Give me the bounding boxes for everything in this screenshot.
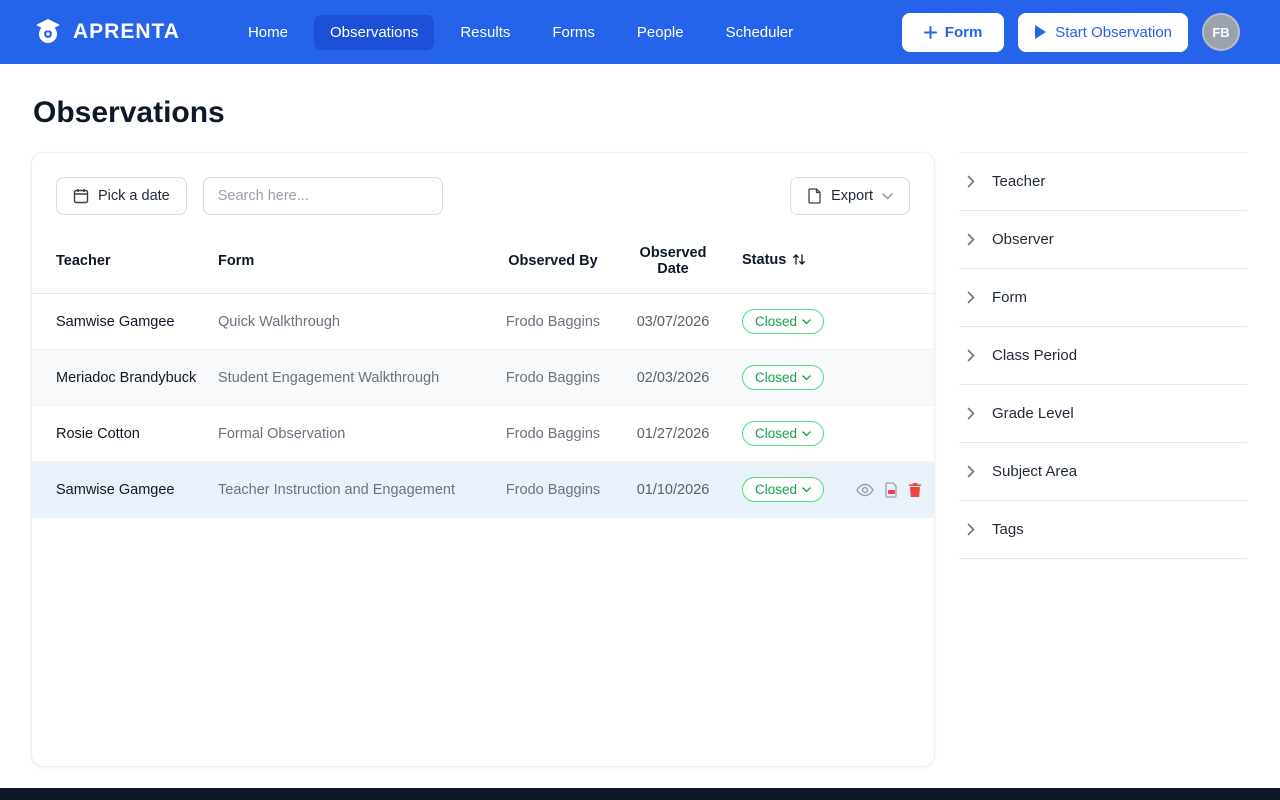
chevron-right-icon <box>967 523 975 536</box>
pick-date-button[interactable]: Pick a date <box>56 177 187 215</box>
filter-label: Teacher <box>992 173 1046 190</box>
chevron-right-icon <box>967 175 975 188</box>
table-row[interactable]: Meriadoc Brandybuck Student Engagement W… <box>32 349 934 406</box>
observations-card: Pick a date Export <box>31 152 935 767</box>
cell-observed-date: 01/10/2026 <box>614 461 732 518</box>
table-header-row: Teacher Form Observed By Observed Date S… <box>32 231 934 294</box>
status-dropdown[interactable]: Closed <box>742 477 825 502</box>
cell-teacher: Meriadoc Brandybuck <box>32 349 208 406</box>
status-dropdown[interactable]: Closed <box>742 365 825 390</box>
plus-icon <box>923 25 937 39</box>
status-dropdown[interactable]: Closed <box>742 421 825 446</box>
pdf-file-icon[interactable] <box>884 481 898 498</box>
cell-form: Teacher Instruction and Engagement <box>208 461 492 518</box>
footer-bar <box>0 788 1280 800</box>
status-badge: Closed <box>755 482 798 497</box>
cell-teacher: Samwise Gamgee <box>32 461 208 518</box>
status-badge: Closed <box>755 370 798 385</box>
export-button[interactable]: Export <box>790 177 910 215</box>
nav-item-observations[interactable]: Observations <box>313 14 435 50</box>
table-row[interactable]: Samwise Gamgee Quick Walkthrough Frodo B… <box>32 293 934 350</box>
cell-observed-date: 03/07/2026 <box>614 293 732 350</box>
status-badge: Closed <box>755 314 798 329</box>
nav-item-people[interactable]: People <box>621 15 700 50</box>
brand-name: APRENTA <box>73 20 180 43</box>
brand-logo[interactable]: APRENTA <box>33 17 180 47</box>
top-navbar: APRENTA Home Observations Results Forms … <box>0 0 1280 64</box>
primary-nav: Home Observations Results Forms People S… <box>232 14 810 50</box>
header-observed-date[interactable]: Observed Date <box>614 231 732 294</box>
filter-subject-area[interactable]: Subject Area <box>959 443 1247 501</box>
filter-label: Grade Level <box>992 405 1074 422</box>
add-form-label: Form <box>944 23 983 41</box>
cell-form: Formal Observation <box>208 405 492 462</box>
filter-observer[interactable]: Observer <box>959 211 1247 269</box>
chevron-right-icon <box>967 233 975 246</box>
nav-item-scheduler[interactable]: Scheduler <box>710 15 810 50</box>
cell-observed-by: Frodo Baggins <box>492 405 614 462</box>
chevron-right-icon <box>967 291 975 304</box>
header-teacher[interactable]: Teacher <box>32 231 208 294</box>
navbar-actions: Form Start Observation FB <box>901 12 1240 52</box>
cell-observed-by: Frodo Baggins <box>492 293 614 350</box>
filter-tags[interactable]: Tags <box>959 501 1247 559</box>
start-observation-button[interactable]: Start Observation <box>1018 12 1188 52</box>
cell-observed-date: 01/27/2026 <box>614 405 732 462</box>
nav-item-home[interactable]: Home <box>232 15 304 50</box>
cell-observed-by: Frodo Baggins <box>492 349 614 406</box>
status-dropdown[interactable]: Closed <box>742 309 825 334</box>
filter-label: Class Period <box>992 347 1078 364</box>
filter-label: Tags <box>992 521 1024 538</box>
cell-form: Student Engagement Walkthrough <box>208 349 492 406</box>
page-title: Observations <box>33 96 225 129</box>
cell-observed-date: 02/03/2026 <box>614 349 732 406</box>
filter-class-period[interactable]: Class Period <box>959 327 1247 385</box>
header-observed-by[interactable]: Observed By <box>492 231 614 294</box>
row-actions <box>856 481 922 498</box>
add-form-button[interactable]: Form <box>901 12 1005 52</box>
filter-grade-level[interactable]: Grade Level <box>959 385 1247 443</box>
aprenta-logo-icon <box>33 17 63 47</box>
pick-date-label: Pick a date <box>98 188 170 204</box>
export-file-icon <box>807 188 822 204</box>
export-label: Export <box>831 188 873 204</box>
nav-item-results[interactable]: Results <box>444 15 526 50</box>
chevron-down-icon <box>882 192 893 200</box>
chevron-right-icon <box>967 465 975 478</box>
filter-label: Form <box>992 289 1027 306</box>
chevron-right-icon <box>967 407 975 420</box>
main-content: Observations Pick a date Search here... … <box>0 64 1280 788</box>
cell-teacher: Rosie Cotton <box>32 405 208 462</box>
filters-sidebar: Teacher Observer Form Class Period Grade… <box>959 152 1247 559</box>
table-toolbar: Pick a date Export <box>32 153 934 231</box>
user-avatar[interactable]: FB <box>1202 13 1240 51</box>
header-status-label: Status <box>742 252 787 268</box>
nav-item-forms[interactable]: Forms <box>536 15 611 50</box>
play-icon <box>1034 25 1047 39</box>
status-badge: Closed <box>755 426 798 441</box>
cell-form: Quick Walkthrough <box>208 293 492 350</box>
search-input[interactable] <box>202 177 443 215</box>
filter-form[interactable]: Form <box>959 269 1247 327</box>
calendar-icon <box>73 188 89 204</box>
observations-table: Teacher Form Observed By Observed Date S… <box>32 231 934 518</box>
sort-icon[interactable] <box>792 254 806 270</box>
cell-teacher: Samwise Gamgee <box>32 293 208 350</box>
view-eye-icon[interactable] <box>856 483 874 497</box>
cell-observed-by: Frodo Baggins <box>492 461 614 518</box>
header-status[interactable]: Status <box>732 231 934 294</box>
start-observation-label: Start Observation <box>1055 23 1172 41</box>
table-row[interactable]: Rosie Cotton Formal Observation Frodo Ba… <box>32 405 934 462</box>
header-form[interactable]: Form <box>208 231 492 294</box>
filter-label: Observer <box>992 231 1054 248</box>
filter-label: Subject Area <box>992 463 1078 480</box>
table-row[interactable]: Samwise Gamgee Teacher Instruction and E… <box>32 461 934 518</box>
chevron-right-icon <box>967 349 975 362</box>
filter-teacher[interactable]: Teacher <box>959 153 1247 211</box>
delete-trash-icon[interactable] <box>908 482 922 498</box>
